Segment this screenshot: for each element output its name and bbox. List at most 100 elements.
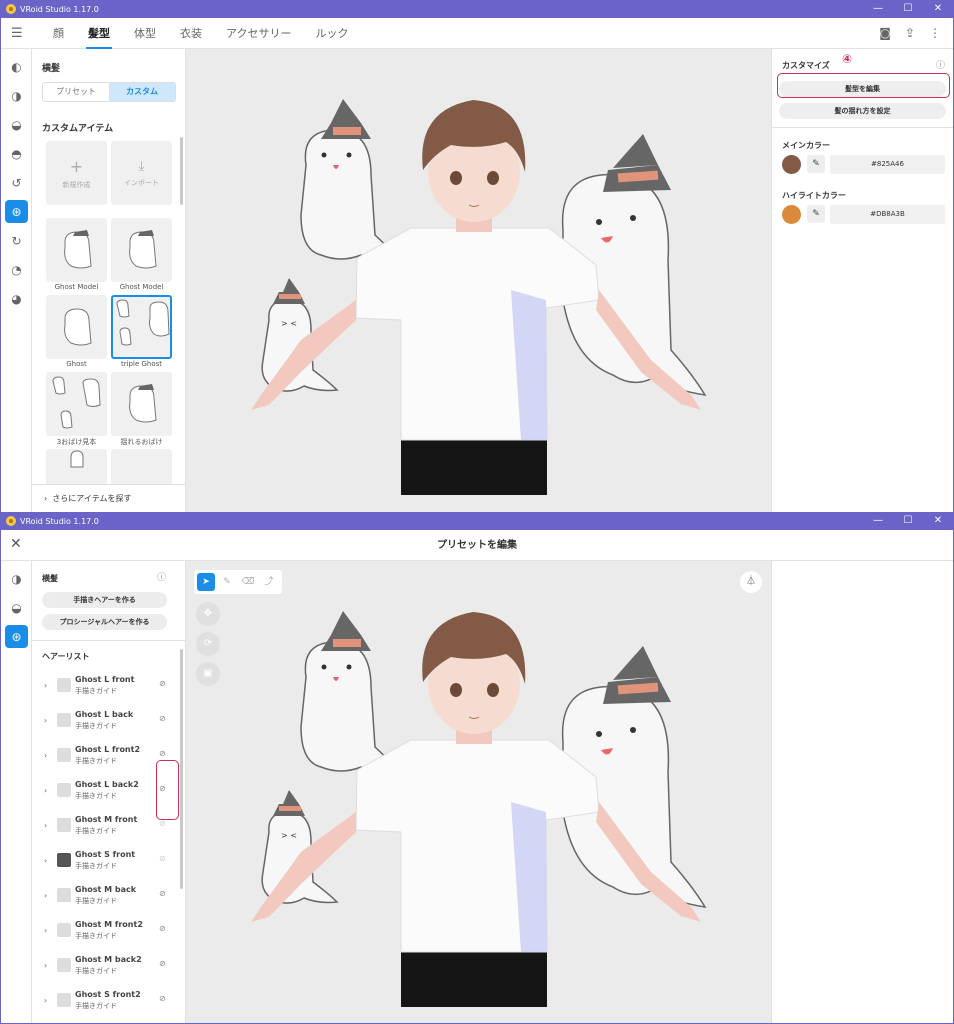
camera-icon[interactable]: ◙: [879, 26, 891, 40]
find-more-items-link[interactable]: › さらにアイテムを探す: [32, 484, 185, 512]
select-tool-icon[interactable]: ➤: [197, 573, 215, 591]
expand-chevron-icon[interactable]: ›: [44, 786, 47, 795]
new-item-tile[interactable]: + 新規作成: [46, 141, 107, 216]
item-tile[interactable]: Ghost: [46, 295, 107, 370]
front-hair-icon[interactable]: ◑: [5, 84, 28, 107]
help-icon[interactable]: ⓘ: [157, 570, 166, 583]
minimize-button[interactable]: —: [863, 512, 893, 530]
custom-item-grid: + 新規作成 ⤓ インポート Ghost Model Ghost Model G…: [46, 141, 172, 502]
hidden-eye-icon[interactable]: ⊘: [159, 889, 166, 898]
draw-toolbar: ➤ ✎ ⌫ ⤴: [194, 570, 282, 594]
main-color-swatch[interactable]: [782, 155, 801, 174]
front-hair-icon[interactable]: ◑: [5, 567, 28, 590]
visible-eye-icon[interactable]: ⊘: [159, 819, 166, 828]
hidden-eye-icon[interactable]: ⊘: [159, 924, 166, 933]
back-hair-icon[interactable]: ◒: [5, 113, 28, 136]
hair-bun-icon[interactable]: ◓: [5, 142, 28, 165]
eyedropper-icon[interactable]: ✎: [807, 155, 825, 173]
expand-chevron-icon[interactable]: ›: [44, 996, 47, 1005]
item-tile[interactable]: 揺れるおばけ: [111, 372, 172, 447]
maximize-button[interactable]: ☐: [893, 0, 923, 18]
item-tile[interactable]: 3おばけ見本: [46, 372, 107, 447]
side-hair-icon[interactable]: ⊛: [5, 625, 28, 648]
hair-list-item[interactable]: › Ghost L front 手描きガイド ⊘: [32, 670, 202, 705]
expand-chevron-icon[interactable]: ›: [44, 716, 47, 725]
hair-color-chip: [57, 923, 71, 937]
hair-sway-button[interactable]: 髪の揺れ方を設定: [779, 103, 946, 119]
item-caption: 3おばけ見本: [56, 438, 97, 446]
ahoge-icon[interactable]: ↺: [5, 171, 28, 194]
expand-chevron-icon[interactable]: ›: [44, 856, 47, 865]
back-hair-icon[interactable]: ◒: [5, 596, 28, 619]
top-nav: ☰ 顔 髪型 体型 衣装 アクセサリー ルック ◙ ⇪ ⋮: [1, 18, 953, 49]
export-icon[interactable]: ⇪: [905, 26, 915, 40]
guide-tool-icon[interactable]: ⤴: [260, 573, 278, 591]
hair-list-item[interactable]: › Ghost S front2 手描きガイド ⊘: [32, 985, 202, 1020]
right-empty-panel: [771, 561, 953, 1023]
tab-outfit[interactable]: 衣装: [168, 18, 214, 49]
menu-icon[interactable]: ☰: [11, 26, 23, 41]
panel-scrollbar[interactable]: [180, 137, 183, 205]
3d-viewport[interactable]: [186, 561, 771, 1023]
expand-chevron-icon[interactable]: ›: [44, 821, 47, 830]
hair-list-panel: 横髪 ⓘ 手描きヘアーを作る プロシージャルヘアーを作る ヘアーリスト › Gho…: [32, 561, 200, 1023]
item-tile-selected[interactable]: triple Ghost: [111, 295, 172, 370]
minimize-button[interactable]: —: [863, 0, 893, 18]
app-logo-icon: [6, 516, 16, 526]
maximize-button[interactable]: ☐: [893, 512, 923, 530]
move-tool-icon[interactable]: ✥: [196, 602, 220, 626]
hair-list-item[interactable]: › Ghost L back 手描きガイド ⊘: [32, 705, 202, 740]
close-window-button[interactable]: ✕: [923, 512, 953, 530]
hidden-eye-icon[interactable]: ⊘: [159, 714, 166, 723]
hair-list-item[interactable]: › Ghost M back2 手描きガイド ⊘: [32, 950, 202, 985]
segment-preset[interactable]: プリセット: [43, 83, 109, 101]
hair-type: 手描きガイド: [75, 862, 117, 870]
import-tile[interactable]: ⤓ インポート: [111, 141, 172, 216]
mirror-icon[interactable]: ⏃: [740, 571, 762, 593]
eraser-tool-icon[interactable]: ⌫: [239, 573, 257, 591]
tab-look[interactable]: ルック: [303, 18, 360, 49]
expand-chevron-icon[interactable]: ›: [44, 891, 47, 900]
three-ghosts-thumbnail: [51, 376, 101, 429]
hair-list-item[interactable]: › Ghost M front2 手描きガイド ⊘: [32, 915, 202, 950]
save-tool-icon[interactable]: ▣: [196, 662, 220, 686]
tab-body[interactable]: 体型: [122, 18, 168, 49]
hair-list-item[interactable]: › Ghost S front 手描きガイド ⊘: [32, 845, 202, 880]
segment-custom[interactable]: カスタム: [109, 83, 175, 101]
main-color-hex[interactable]: #825A46: [830, 155, 945, 174]
tab-face[interactable]: 顔: [41, 18, 76, 49]
hidden-eye-icon[interactable]: ⊘: [159, 994, 166, 1003]
rotate-tool-icon[interactable]: ⟳: [196, 632, 220, 656]
expand-chevron-icon[interactable]: ›: [44, 681, 47, 690]
visible-eye-icon[interactable]: ⊘: [159, 854, 166, 863]
hair-category-bar: ◐ ◑ ◒ ◓ ↺ ⊛ ↻ ◔ ◕: [1, 49, 32, 512]
hair-name: Ghost M back2: [75, 955, 142, 964]
more-icon[interactable]: ⋮: [929, 26, 941, 40]
hair-tail-icon[interactable]: ↻: [5, 229, 28, 252]
hair-base-icon[interactable]: ◐: [5, 55, 28, 78]
hidden-eye-icon[interactable]: ⊘: [159, 679, 166, 688]
create-procedural-hair-button[interactable]: プロシージャルヘアーを作る: [42, 614, 167, 630]
item-tile[interactable]: Ghost Model: [46, 218, 107, 293]
side-hair-icon[interactable]: ⊛: [5, 200, 28, 223]
3d-viewport[interactable]: [186, 49, 771, 512]
highlight-color-hex[interactable]: #DB8A3B: [830, 205, 945, 224]
expand-chevron-icon[interactable]: ›: [44, 751, 47, 760]
help-icon[interactable]: ⓘ: [936, 58, 945, 71]
avatar-preview: [250, 610, 706, 1008]
close-window-button[interactable]: ✕: [923, 0, 953, 18]
tab-accessory[interactable]: アクセサリー: [214, 18, 303, 49]
pen-tool-icon[interactable]: ✎: [218, 573, 236, 591]
hair-extra-icon[interactable]: ◔: [5, 258, 28, 281]
highlight-color-swatch[interactable]: [782, 205, 801, 224]
tab-hair[interactable]: 髪型: [76, 18, 122, 49]
hair-accessory-icon[interactable]: ◕: [5, 287, 28, 310]
expand-chevron-icon[interactable]: ›: [44, 961, 47, 970]
item-tile[interactable]: Ghost Model: [111, 218, 172, 293]
eyedropper-icon[interactable]: ✎: [807, 205, 825, 223]
create-hand-drawn-hair-button[interactable]: 手描きヘアーを作る: [42, 592, 167, 608]
hidden-eye-icon[interactable]: ⊘: [159, 749, 166, 758]
hidden-eye-icon[interactable]: ⊘: [159, 959, 166, 968]
expand-chevron-icon[interactable]: ›: [44, 926, 47, 935]
hair-list-item[interactable]: › Ghost M back 手描きガイド ⊘: [32, 880, 202, 915]
